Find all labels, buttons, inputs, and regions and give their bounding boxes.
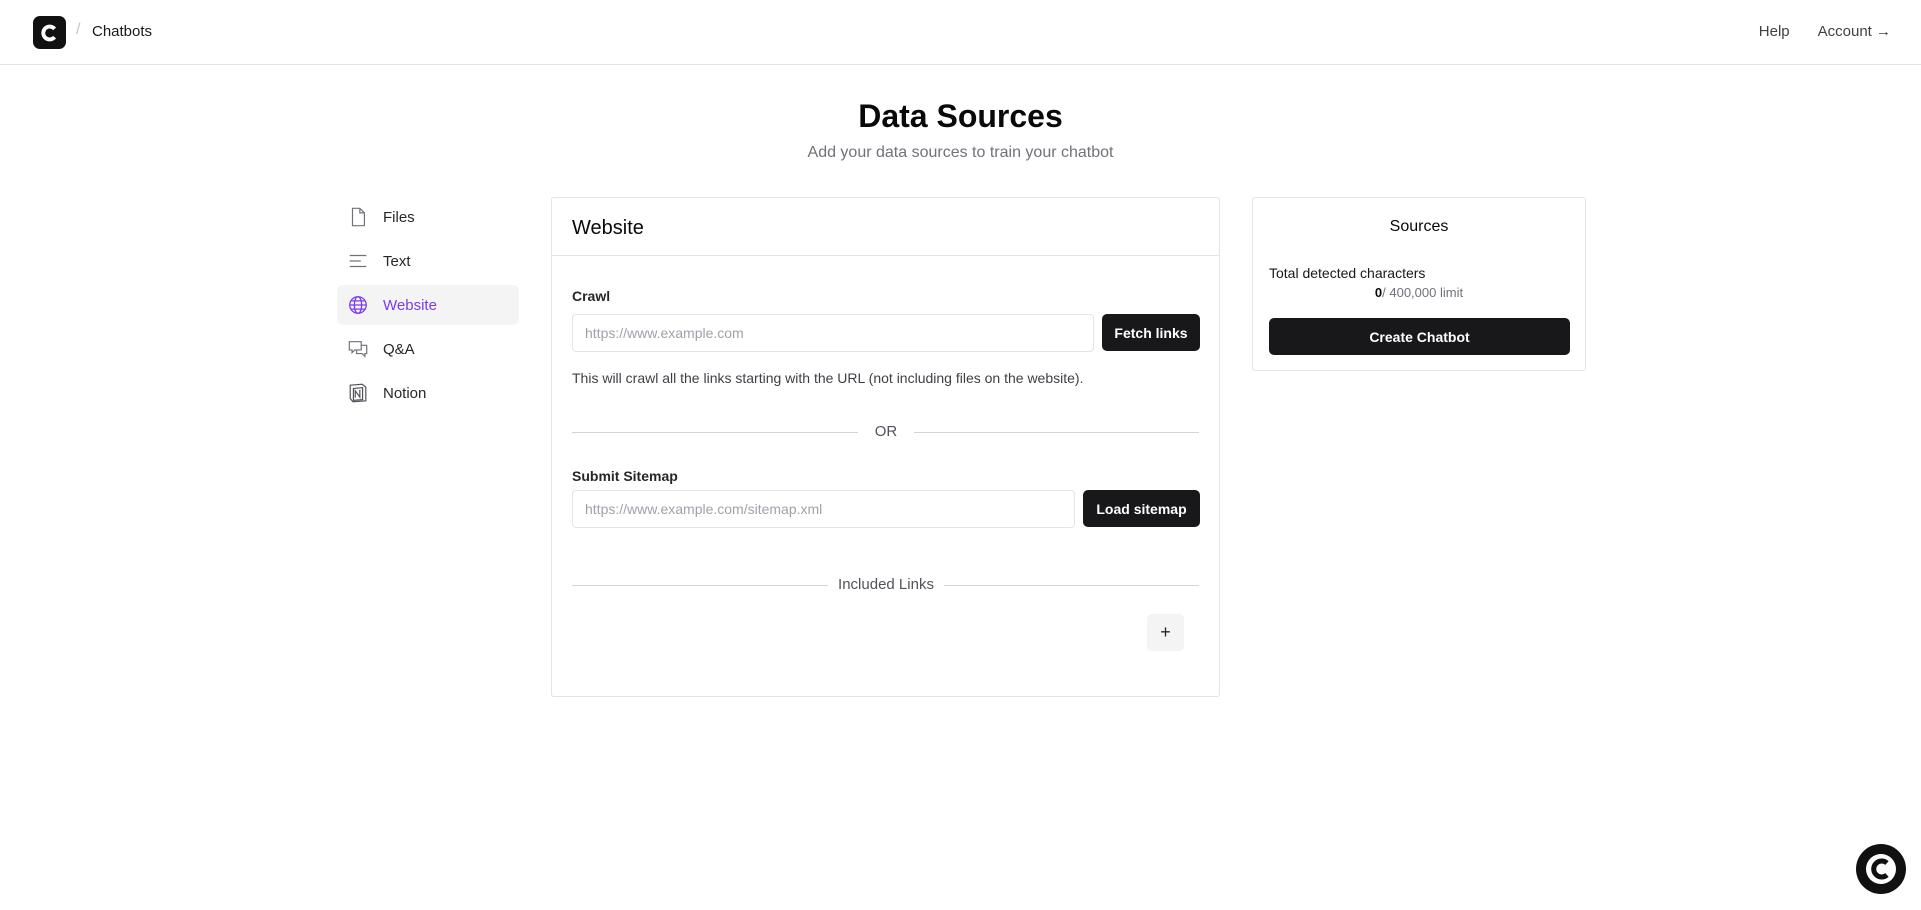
crawl-hint: This will crawl all the links starting w…	[572, 370, 1084, 386]
total-characters-label: Total detected characters	[1269, 265, 1426, 281]
chat-widget-button[interactable]	[1856, 844, 1906, 894]
sitemap-label: Submit Sitemap	[572, 468, 678, 484]
crawl-label: Crawl	[572, 288, 611, 304]
panel-title: Website	[552, 198, 1219, 256]
included-links-label: Included Links	[828, 576, 944, 593]
load-sitemap-button[interactable]: Load sitemap	[1083, 490, 1200, 527]
fetch-links-button[interactable]: Fetch links	[1102, 314, 1200, 351]
notion-icon	[347, 382, 369, 404]
sidebar-item-text[interactable]: Text	[337, 241, 519, 281]
page-title: Data Sources	[858, 98, 1063, 134]
sidebar-item-label: Website	[383, 296, 437, 314]
character-limit: / 400,000 limit	[1382, 285, 1464, 300]
sources-card: Sources Total detected characters 0/ 400…	[1252, 197, 1586, 371]
add-link-button[interactable]: +	[1147, 614, 1184, 651]
top-navigation-bar: / Chatbots Help Account →	[0, 0, 1921, 65]
sidebar-item-label: Text	[383, 252, 411, 270]
chat-widget-icon	[1866, 854, 1896, 884]
breadcrumb-chatbots-link[interactable]: Chatbots	[92, 23, 152, 40]
sidebar-item-website[interactable]: Website	[337, 285, 519, 325]
sidebar-item-label: Q&A	[383, 340, 415, 358]
create-chatbot-button[interactable]: Create Chatbot	[1269, 318, 1570, 355]
text-lines-icon	[347, 250, 369, 272]
crawl-url-input[interactable]	[572, 314, 1094, 352]
sidebar-item-files[interactable]: Files	[337, 197, 519, 237]
data-source-sidebar: Files Text Website Q&A Notion	[337, 197, 519, 417]
header-actions: Help Account →	[1759, 23, 1891, 40]
sources-title: Sources	[1389, 218, 1449, 235]
or-label: OR	[858, 423, 914, 440]
sidebar-item-notion[interactable]: Notion	[337, 373, 519, 413]
file-icon	[347, 206, 369, 228]
character-count: 0/ 400,000 limit	[1253, 285, 1585, 300]
sidebar-item-qa[interactable]: Q&A	[337, 329, 519, 369]
sidebar-item-label: Notion	[383, 384, 427, 402]
chat-bubbles-icon	[347, 338, 369, 360]
website-panel: Website Crawl Fetch links This will craw…	[551, 197, 1220, 697]
account-link[interactable]: Account →	[1818, 23, 1891, 40]
sitemap-url-input[interactable]	[572, 490, 1075, 528]
logo-icon[interactable]	[33, 16, 66, 49]
globe-icon	[347, 294, 369, 316]
page-subtitle: Add your data sources to train your chat…	[807, 144, 1114, 161]
help-link[interactable]: Help	[1759, 23, 1790, 40]
breadcrumb-separator: /	[76, 21, 81, 38]
sidebar-item-label: Files	[383, 208, 415, 226]
